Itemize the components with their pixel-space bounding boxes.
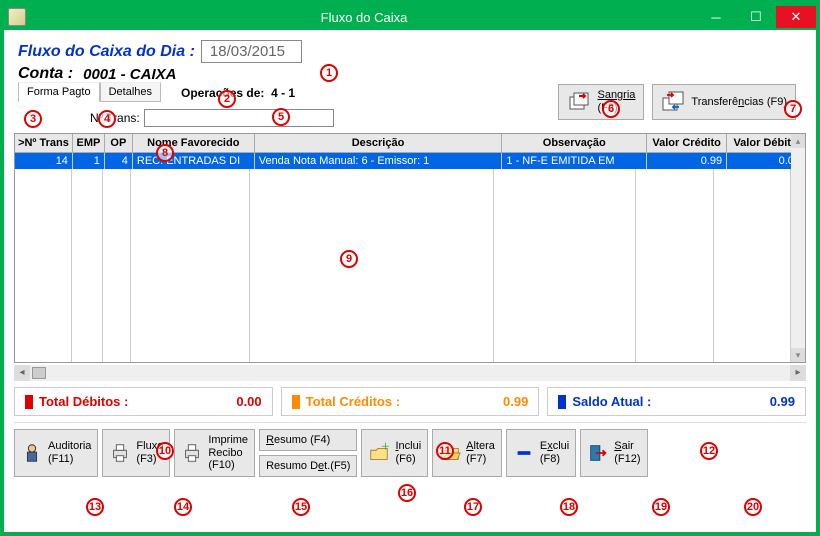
col-emp[interactable]: EMP (73, 134, 105, 152)
grid-vscrollbar[interactable]: ▴ ▾ (791, 134, 805, 362)
annotation-13: 13 (86, 498, 104, 516)
date-field[interactable]: 18/03/2015 (201, 40, 302, 63)
marker-orange (292, 395, 300, 409)
col-obs[interactable]: Observação (502, 134, 647, 152)
annotation-20: 20 (744, 498, 762, 516)
auditoria-button[interactable]: Auditoria(F11) (14, 429, 98, 477)
total-creditos-box: Total Créditos : 0.99 (281, 387, 540, 416)
annotation-15: 15 (292, 498, 310, 516)
annotation-19: 19 (652, 498, 670, 516)
printer-icon (181, 442, 203, 464)
date-value: 18/03/2015 (210, 43, 285, 60)
sangria-icon (567, 90, 591, 114)
annotation-18: 18 (560, 498, 578, 516)
transfer-icon (661, 90, 685, 114)
window-title: Fluxo do Caixa (32, 10, 696, 25)
data-grid[interactable]: >Nº Trans EMP OP Nome Favorecido Descriç… (14, 133, 806, 363)
tabs: Forma Pagto Detalhes (18, 81, 161, 101)
col-ntrans[interactable]: >Nº Trans (15, 134, 73, 152)
col-credito[interactable]: Valor Crédito (647, 134, 727, 152)
sangria-button[interactable]: Sangria(F2) (558, 84, 644, 120)
scroll-right-icon[interactable]: ▸ (790, 365, 806, 381)
folder-open-icon (439, 442, 461, 464)
close-button[interactable]: ✕ (776, 6, 816, 28)
person-icon (21, 442, 43, 464)
marker-blue (558, 395, 566, 409)
marker-red (25, 395, 33, 409)
printer-icon (109, 442, 131, 464)
ntrans-input[interactable] (144, 109, 334, 127)
ntrans-label: Nº Trans: (90, 111, 140, 125)
fluxo-dia-label: Fluxo do Caixa do Dia : (18, 43, 195, 61)
grid-header: >Nº Trans EMP OP Nome Favorecido Descriç… (15, 134, 805, 153)
tab-forma-pagto[interactable]: Forma Pagto (18, 82, 100, 102)
scroll-thumb[interactable] (32, 367, 46, 379)
tab-detalhes[interactable]: Detalhes (100, 82, 161, 102)
app-window: Fluxo do Caixa ─ ☐ ✕ Fluxo do Caixa do D… (0, 0, 820, 536)
svg-text:＋: ＋ (381, 442, 390, 451)
imprime-recibo-button[interactable]: ImprimeRecibo(F10) (174, 429, 255, 477)
app-icon (8, 8, 26, 26)
folder-plus-icon: ＋ (368, 442, 390, 464)
operacoes-label: Operações de: 4 - 1 (181, 86, 295, 100)
minimize-button[interactable]: ─ (696, 6, 736, 28)
transferencias-button[interactable]: Transferências (F9) (652, 84, 796, 120)
table-row[interactable]: 14 1 4 REC. ENTRADAS DI Venda Nota Manua… (15, 153, 805, 169)
maximize-button[interactable]: ☐ (736, 6, 776, 28)
minus-icon (513, 442, 535, 464)
col-nome[interactable]: Nome Favorecido (133, 134, 255, 152)
resumo-button[interactable]: Resumo (F4) (259, 429, 357, 451)
resumo-det-button[interactable]: Resumo Det.(F5) (259, 455, 357, 477)
altera-button[interactable]: Altera(F7) (432, 429, 502, 477)
annotation-14: 14 (174, 498, 192, 516)
titlebar: Fluxo do Caixa ─ ☐ ✕ (4, 4, 816, 30)
bottom-toolbar: Auditoria(F11) Fluxo(F3) ImprimeRecibo(F… (14, 422, 806, 477)
col-desc[interactable]: Descrição (255, 134, 503, 152)
saldo-atual-box: Saldo Atual : 0.99 (547, 387, 806, 416)
client-area: Fluxo do Caixa do Dia : 18/03/2015 Conta… (4, 30, 816, 532)
exclui-button[interactable]: Exclui(F8) (506, 429, 576, 477)
fluxo-button[interactable]: Fluxo(F3) (102, 429, 170, 477)
sair-button[interactable]: Sair(F12) (580, 429, 647, 477)
col-op[interactable]: OP (105, 134, 133, 152)
exit-icon (587, 442, 609, 464)
annotation-17: 17 (464, 498, 482, 516)
conta-value: 0001 - CAIXA (83, 66, 176, 83)
grid-hscrollbar[interactable]: ◂ ▸ (14, 365, 806, 381)
scroll-up-icon[interactable]: ▴ (791, 134, 805, 148)
scroll-left-icon[interactable]: ◂ (14, 365, 30, 381)
annotation-16: 16 (398, 484, 416, 502)
total-debitos-box: Total Débitos : 0.00 (14, 387, 273, 416)
scroll-down-icon[interactable]: ▾ (791, 348, 805, 362)
inclui-button[interactable]: ＋ Inclui(F6) (361, 429, 428, 477)
